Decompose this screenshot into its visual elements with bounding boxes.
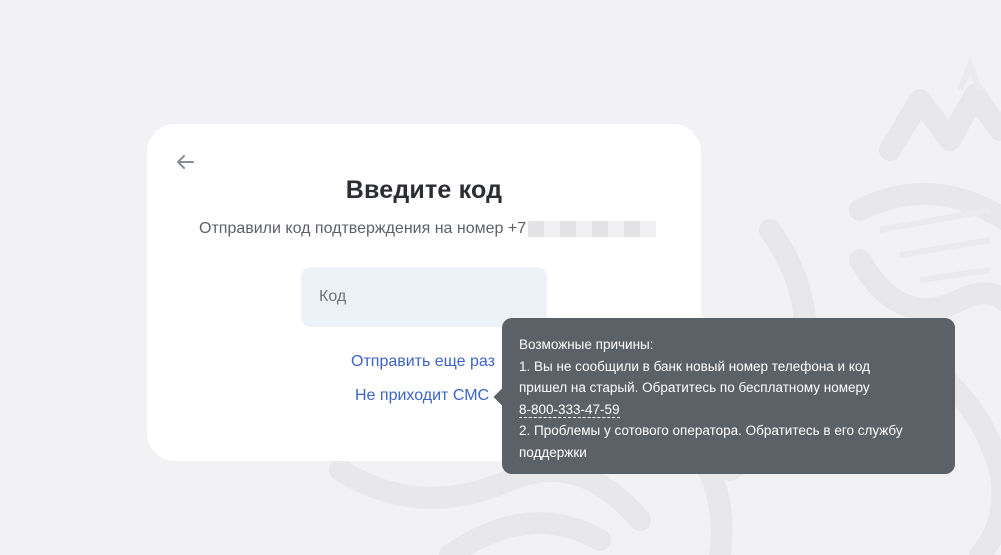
masked-phone-number bbox=[528, 221, 657, 237]
page-title: Введите код bbox=[345, 176, 503, 204]
tooltip-reason2-line1: 2. Проблемы у сотового оператора. Обрати… bbox=[519, 423, 903, 438]
tooltip-reason1-line2: пришел на старый. Обратитесь по бесплатн… bbox=[519, 380, 870, 395]
arrow-left-icon bbox=[177, 155, 194, 169]
tooltip-heading: Возможные причины: bbox=[519, 337, 654, 352]
no-sms-link[interactable]: Не приходит СМС bbox=[355, 387, 489, 405]
tooltip-reason1-line1: 1. Вы не сообщили в банк новый номер тел… bbox=[519, 358, 870, 374]
back-button[interactable] bbox=[173, 150, 197, 174]
no-sms-tooltip: Возможные причины: 1. Вы не сообщили в б… bbox=[493, 318, 955, 474]
hotline-phone-link[interactable]: 8-800-333-47-59 bbox=[519, 401, 620, 418]
page: Введите код Отправили код подтверждения … bbox=[0, 0, 1001, 555]
resend-code-link[interactable]: Отправить еще раз bbox=[351, 353, 495, 371]
tooltip-reason2-line2: поддержки bbox=[519, 444, 587, 460]
subtitle-text: Отправили код подтверждения на номер +7 bbox=[199, 220, 527, 237]
subtitle: Отправили код подтверждения на номер +7 bbox=[199, 220, 657, 238]
